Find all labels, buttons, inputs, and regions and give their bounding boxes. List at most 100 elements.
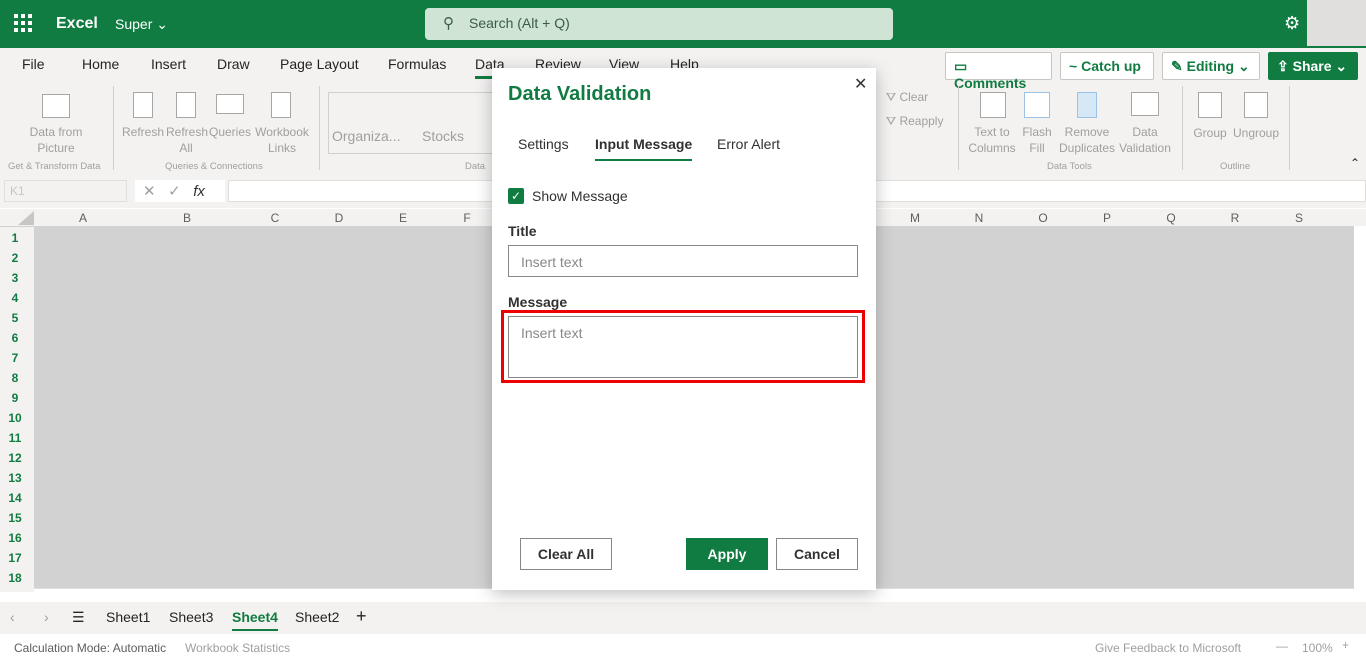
tab-error-alert[interactable]: Error Alert — [717, 136, 780, 152]
data-validation-button[interactable]: Data Validation — [1116, 124, 1174, 156]
sheet-tab-sheet1[interactable]: Sheet1 — [106, 609, 150, 625]
column-header-e[interactable]: E — [373, 211, 433, 225]
cancel-button[interactable]: Cancel — [776, 538, 858, 570]
group-button[interactable]: Group — [1192, 125, 1228, 141]
queries-button[interactable]: Queries — [208, 124, 252, 140]
remove-duplicates-button[interactable]: Remove Duplicates — [1058, 124, 1116, 156]
vertical-scrollbar[interactable] — [1354, 226, 1366, 590]
message-textarea[interactable]: Insert text — [508, 316, 858, 378]
zoom-in-icon[interactable]: + — [1342, 638, 1349, 652]
tab-file[interactable]: File — [22, 56, 45, 72]
column-header-c[interactable]: C — [245, 211, 305, 225]
row-header-1[interactable]: 1 — [0, 231, 30, 245]
collapse-ribbon-icon[interactable]: ⌃ — [1350, 156, 1360, 170]
cancel-x-icon[interactable]: ✕ — [143, 183, 156, 200]
row-header-4[interactable]: 4 — [0, 291, 30, 305]
document-name[interactable]: Super ⌄ — [115, 16, 168, 33]
calculation-mode[interactable]: Calculation Mode: Automatic — [14, 641, 166, 655]
tab-formulas[interactable]: Formulas — [388, 56, 446, 72]
show-message-checkbox[interactable]: ✓ — [508, 188, 524, 204]
row-header-6[interactable]: 6 — [0, 331, 30, 345]
refresh-button[interactable]: Refresh — [122, 124, 164, 140]
refresh-all-button[interactable]: Refresh All — [166, 124, 208, 156]
column-header-o[interactable]: O — [1013, 211, 1073, 225]
reapply-filter-button[interactable]: ⛛ Reapply — [886, 113, 943, 129]
title-input[interactable]: Insert text — [508, 245, 858, 277]
editing-mode-button[interactable]: ✎ Editing ⌄ — [1162, 52, 1260, 80]
workbook-links-button[interactable]: Workbook Links — [254, 124, 310, 156]
row-header-15[interactable]: 15 — [0, 511, 30, 525]
text-to-columns-button[interactable]: Text to Columns — [966, 124, 1018, 156]
clear-filter-button[interactable]: ⛛ Clear — [886, 89, 928, 105]
tab-draw[interactable]: Draw — [217, 56, 250, 72]
all-sheets-menu-icon[interactable]: ☰ — [72, 609, 85, 626]
row-header-12[interactable]: 12 — [0, 451, 30, 465]
app-name[interactable]: Excel — [56, 15, 98, 33]
column-header-p[interactable]: P — [1077, 211, 1137, 225]
zoom-level[interactable]: 100% — [1302, 641, 1333, 655]
group-label: Get & Transform Data — [8, 161, 101, 172]
confirm-check-icon[interactable]: ✓ — [168, 183, 181, 200]
column-header-b[interactable]: B — [157, 211, 217, 225]
workbook-statistics[interactable]: Workbook Statistics — [185, 641, 290, 655]
tab-settings[interactable]: Settings — [518, 136, 569, 152]
column-header-f[interactable]: F — [437, 211, 497, 225]
sheet-tab-sheet2[interactable]: Sheet2 — [295, 609, 339, 625]
share-label: Share — [1292, 58, 1332, 74]
fx-icon[interactable]: fx — [193, 183, 205, 200]
organization-data-type-button[interactable]: Organiza... — [332, 128, 400, 144]
prev-sheet-icon[interactable]: ‹ — [10, 609, 15, 625]
data-from-picture-icon — [42, 94, 70, 118]
comments-label: Comments — [954, 75, 1027, 91]
column-header-r[interactable]: R — [1205, 211, 1265, 225]
row-header-13[interactable]: 13 — [0, 471, 30, 485]
tab-input-message[interactable]: Input Message — [595, 136, 693, 161]
tab-insert[interactable]: Insert — [151, 56, 186, 72]
share-button[interactable]: ⇪ Share ⌄ — [1268, 52, 1358, 80]
row-header-17[interactable]: 17 — [0, 551, 30, 565]
app-launcher-icon[interactable] — [14, 14, 32, 32]
close-icon[interactable]: ✕ — [854, 74, 867, 94]
formula-buttons: ✕ ✓ fx — [135, 180, 225, 202]
select-all-button[interactable] — [18, 211, 34, 225]
comments-button[interactable]: ▭ Comments — [945, 52, 1052, 91]
tab-page-layout[interactable]: Page Layout — [280, 56, 359, 72]
row-header-18[interactable]: 18 — [0, 571, 30, 585]
column-header-d[interactable]: D — [309, 211, 369, 225]
row-header-2[interactable]: 2 — [0, 251, 30, 265]
feedback-link[interactable]: Give Feedback to Microsoft — [1095, 641, 1241, 655]
row-header-14[interactable]: 14 — [0, 491, 30, 505]
catch-up-button[interactable]: ~ Catch up — [1060, 52, 1154, 80]
column-header-a[interactable]: A — [53, 211, 113, 225]
column-header-m[interactable]: M — [885, 211, 945, 225]
row-header-11[interactable]: 11 — [0, 431, 30, 445]
column-header-q[interactable]: Q — [1141, 211, 1201, 225]
zoom-out-icon[interactable]: — — [1276, 639, 1288, 653]
sheet-tab-sheet4[interactable]: Sheet4 — [232, 609, 278, 631]
stocks-data-type-button[interactable]: Stocks — [422, 128, 464, 144]
next-sheet-icon[interactable]: › — [44, 609, 49, 625]
add-sheet-icon[interactable]: + — [356, 606, 367, 627]
row-header-16[interactable]: 16 — [0, 531, 30, 545]
clear-all-button[interactable]: Clear All — [520, 538, 612, 570]
doc-title: Super — [115, 16, 153, 32]
row-header-10[interactable]: 10 — [0, 411, 30, 425]
column-header-n[interactable]: N — [949, 211, 1009, 225]
tab-home[interactable]: Home — [82, 56, 119, 72]
data-from-picture-button[interactable]: Data from Picture — [20, 124, 92, 156]
row-header-3[interactable]: 3 — [0, 271, 30, 285]
ungroup-button[interactable]: Ungroup — [1230, 125, 1282, 141]
name-box[interactable]: K1 — [4, 180, 127, 202]
column-header-s[interactable]: S — [1269, 211, 1329, 225]
row-header-8[interactable]: 8 — [0, 371, 30, 385]
settings-gear-icon[interactable]: ⚙ — [1284, 13, 1300, 34]
row-header-9[interactable]: 9 — [0, 391, 30, 405]
apply-button[interactable]: Apply — [686, 538, 768, 570]
row-header-7[interactable]: 7 — [0, 351, 30, 365]
flash-fill-button[interactable]: Flash Fill — [1020, 124, 1054, 156]
sheet-tab-sheet3[interactable]: Sheet3 — [169, 609, 213, 625]
avatar[interactable] — [1307, 0, 1366, 46]
group-label: Data — [465, 161, 486, 172]
row-header-5[interactable]: 5 — [0, 311, 30, 325]
search-box[interactable]: ⚲ Search (Alt + Q) — [425, 8, 893, 40]
